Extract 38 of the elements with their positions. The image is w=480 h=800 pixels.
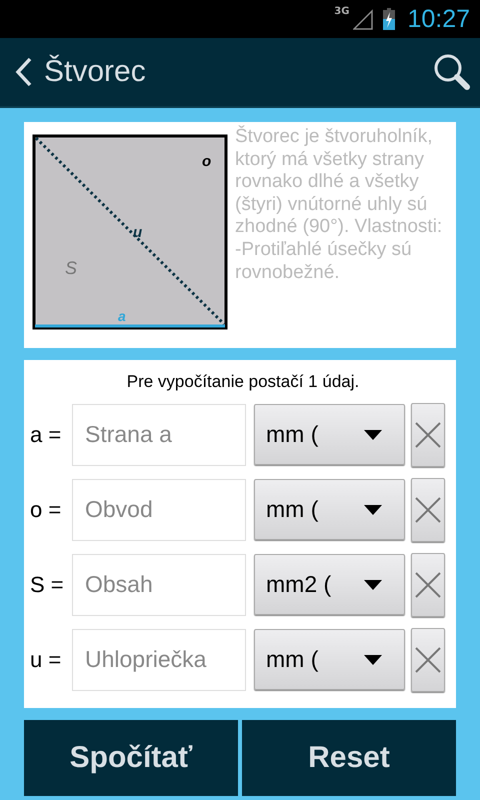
variable-label: o = xyxy=(30,496,62,522)
screen-title: Štvorec xyxy=(44,55,147,89)
close-icon xyxy=(414,570,442,598)
caret-icon xyxy=(364,504,382,514)
signal-icon xyxy=(353,8,374,30)
variable-label: S = xyxy=(30,572,65,598)
diagram-label: S xyxy=(65,259,78,277)
search-icon[interactable] xyxy=(432,52,472,92)
caret-icon xyxy=(364,580,382,590)
battery-icon xyxy=(383,8,396,30)
variable-label: u = xyxy=(30,646,62,672)
close-icon xyxy=(414,496,442,524)
input-field[interactable]: Obsah xyxy=(72,554,246,616)
clear-button[interactable] xyxy=(411,478,445,542)
unit-dropdown[interactable]: mm ( xyxy=(254,629,405,690)
close-icon xyxy=(414,646,442,674)
description-text: Štvorec je štvoruholník, ktorý má všetky strany rovnako dlhé a všetky (štyri) vnútorné uhly sú zhodné (90°). Vlastnosti: -Protiľahlé úsečky sú rovnobežné. xyxy=(235,126,444,285)
diagram-label: a xyxy=(118,309,126,323)
hint-text: Pre vypočítanie postačí 1 údaj. xyxy=(126,372,360,392)
caret-icon xyxy=(364,654,382,664)
back-icon[interactable] xyxy=(14,57,34,87)
input-field[interactable]: Strana a xyxy=(72,404,246,466)
close-icon xyxy=(414,420,442,448)
diagram-label: o xyxy=(202,154,212,169)
input-field[interactable]: Uhlopriečka xyxy=(72,628,246,690)
clear-button[interactable] xyxy=(411,402,445,466)
clear-button[interactable] xyxy=(411,628,445,692)
unit-dropdown[interactable]: mm ( xyxy=(254,479,405,540)
clear-button[interactable] xyxy=(411,552,445,616)
input-field[interactable]: Obvod xyxy=(72,478,246,540)
unit-dropdown[interactable]: mm ( xyxy=(254,404,405,465)
unit-dropdown[interactable]: mm2 ( xyxy=(254,554,405,615)
variable-label: a = xyxy=(30,422,62,448)
clock-time: 10:27 xyxy=(407,4,470,34)
network-label: 3G xyxy=(334,6,350,17)
action-button[interactable]: Reset xyxy=(242,720,456,796)
action-button[interactable]: Spočítať xyxy=(24,720,238,796)
caret-icon xyxy=(364,430,382,440)
